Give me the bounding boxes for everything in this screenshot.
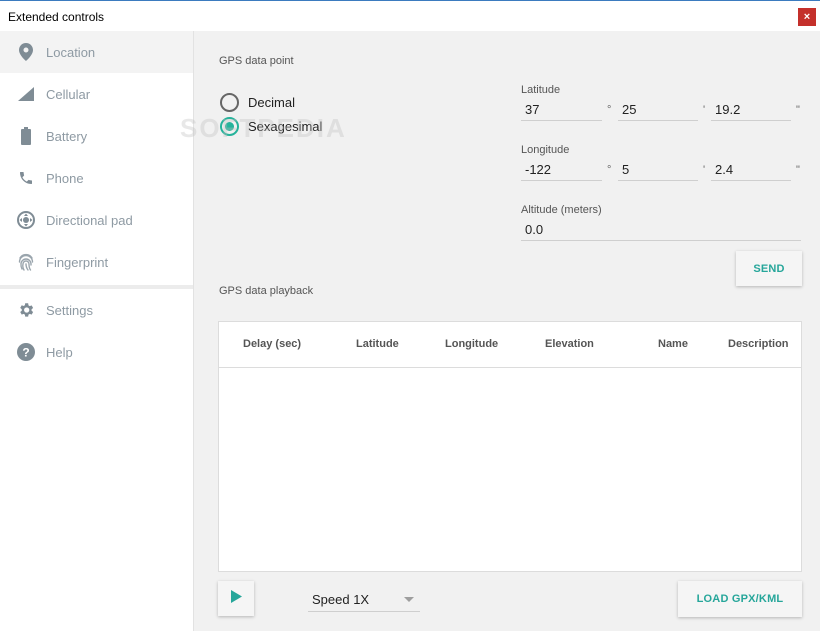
decimal-radio[interactable]: Decimal bbox=[220, 93, 295, 112]
play-button[interactable] bbox=[218, 581, 254, 616]
speed-dropdown[interactable]: Speed 1X bbox=[308, 587, 420, 612]
sidebar-item-fingerprint[interactable]: Fingerprint bbox=[0, 241, 193, 283]
latitude-seconds-input[interactable]: 19.2 bbox=[711, 101, 791, 121]
sidebar-item-help[interactable]: ? Help bbox=[0, 331, 193, 373]
phone-icon bbox=[17, 169, 35, 187]
sidebar-item-label: Cellular bbox=[46, 86, 91, 102]
chevron-down-icon bbox=[404, 597, 414, 602]
gear-icon bbox=[17, 301, 35, 319]
sidebar-item-battery[interactable]: Battery bbox=[0, 115, 193, 157]
table-header: Delay (sec) Latitude Longitude Elevation… bbox=[219, 322, 801, 368]
altitude-input[interactable]: 0.0 bbox=[521, 221, 801, 241]
battery-icon bbox=[17, 127, 35, 145]
altitude-label: Altitude (meters) bbox=[521, 204, 602, 216]
decimal-label: Decimal bbox=[248, 95, 295, 110]
help-icon: ? bbox=[17, 343, 35, 361]
longitude-label: Longitude bbox=[521, 144, 570, 156]
longitude-minutes-input[interactable]: 5 bbox=[618, 161, 698, 181]
play-icon bbox=[230, 589, 242, 608]
column-header-longitude[interactable]: Longitude bbox=[445, 338, 498, 350]
second-symbol: " bbox=[796, 164, 800, 176]
radio-button[interactable] bbox=[220, 93, 239, 112]
sidebar: Location Cellular Battery Phone Directio… bbox=[0, 31, 194, 631]
playback-table: Delay (sec) Latitude Longitude Elevation… bbox=[218, 321, 802, 572]
sidebar-item-label: Battery bbox=[46, 128, 88, 144]
title-bar: Extended controls × bbox=[0, 0, 820, 31]
column-header-name[interactable]: Name bbox=[658, 338, 688, 350]
column-header-delay[interactable]: Delay (sec) bbox=[243, 338, 301, 350]
window-title: Extended controls bbox=[8, 10, 105, 24]
degree-symbol: ° bbox=[607, 164, 612, 176]
sidebar-item-settings[interactable]: Settings bbox=[0, 289, 193, 331]
longitude-seconds-input[interactable]: 2.4 bbox=[711, 161, 791, 181]
speed-value: Speed 1X bbox=[312, 592, 370, 607]
sidebar-item-label: Fingerprint bbox=[46, 254, 109, 270]
gps-data-playback-title: GPS data playback bbox=[219, 285, 314, 297]
signal-icon bbox=[17, 85, 35, 103]
longitude-degrees-input[interactable]: -122 bbox=[521, 161, 602, 181]
close-button[interactable]: × bbox=[798, 8, 816, 26]
sidebar-item-label: Help bbox=[46, 344, 73, 360]
latitude-label: Latitude bbox=[521, 84, 561, 96]
second-symbol: " bbox=[796, 104, 800, 116]
degree-symbol: ° bbox=[607, 104, 612, 116]
sidebar-item-location[interactable]: Location bbox=[0, 31, 193, 73]
location-pin-icon bbox=[17, 43, 35, 61]
sexagesimal-label: Sexagesimal bbox=[248, 119, 323, 134]
main-panel: GPS data point Decimal Sexagesimal SOFTP… bbox=[180, 31, 820, 631]
sidebar-item-directional-pad[interactable]: Directional pad bbox=[0, 199, 193, 241]
sidebar-item-cellular[interactable]: Cellular bbox=[0, 73, 193, 115]
column-header-elevation[interactable]: Elevation bbox=[545, 338, 594, 350]
load-gpx-kml-button[interactable]: LOAD GPX/KML bbox=[678, 581, 802, 617]
table-body bbox=[219, 368, 801, 571]
sidebar-item-phone[interactable]: Phone bbox=[0, 157, 193, 199]
svg-text:?: ? bbox=[22, 346, 29, 360]
column-header-latitude[interactable]: Latitude bbox=[356, 338, 399, 350]
column-header-description[interactable]: Description bbox=[728, 338, 789, 350]
sidebar-item-label: Phone bbox=[46, 170, 84, 186]
minute-symbol: ' bbox=[703, 164, 706, 176]
sidebar-item-label: Location bbox=[46, 44, 96, 60]
sidebar-item-label: Settings bbox=[46, 302, 93, 318]
send-button[interactable]: SEND bbox=[736, 251, 802, 286]
latitude-minutes-input[interactable]: 25 bbox=[618, 101, 698, 121]
dpad-icon bbox=[17, 211, 35, 229]
radio-button-selected[interactable] bbox=[220, 117, 239, 136]
sidebar-item-label: Directional pad bbox=[46, 212, 133, 228]
fingerprint-icon bbox=[17, 253, 35, 271]
minute-symbol: ' bbox=[703, 104, 706, 116]
sexagesimal-radio[interactable]: Sexagesimal bbox=[220, 117, 322, 136]
latitude-degrees-input[interactable]: 37 bbox=[521, 101, 602, 121]
gps-data-point-title: GPS data point bbox=[219, 55, 294, 67]
